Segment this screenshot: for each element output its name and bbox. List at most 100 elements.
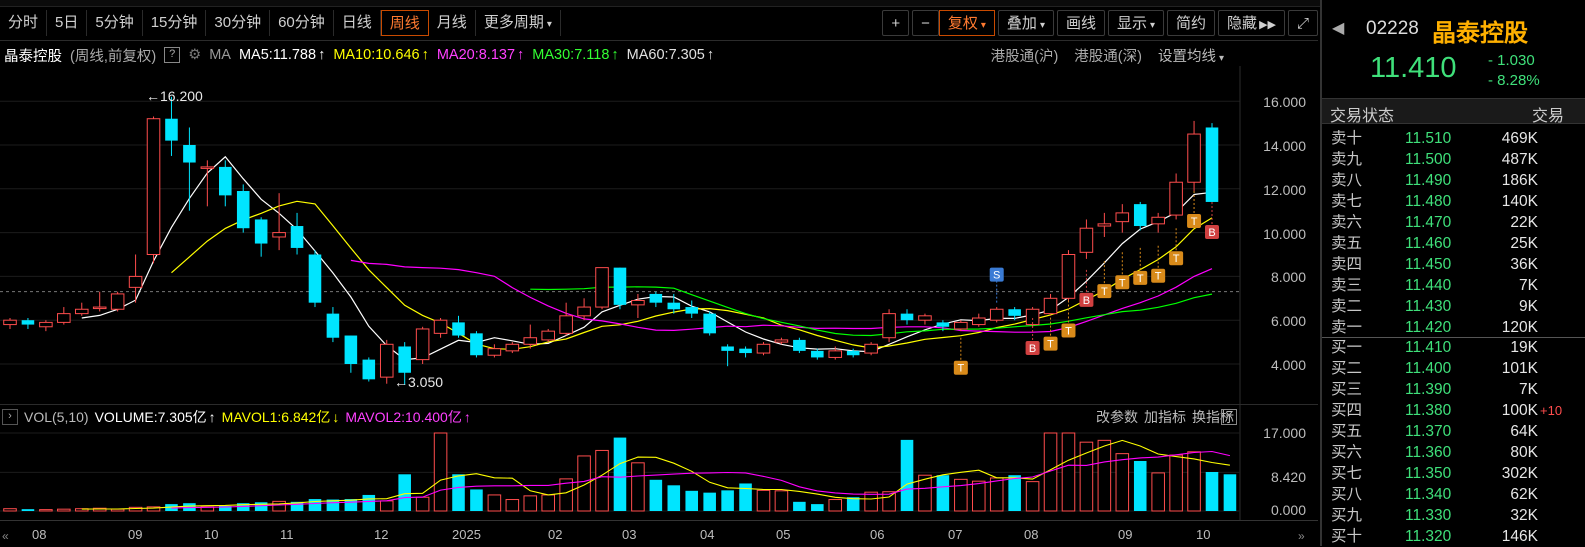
trade-signals: TSB TTBTT T TTTB <box>953 190 1219 375</box>
candle-body <box>92 306 107 310</box>
level-volume: 32K <box>1510 507 1538 524</box>
candle-body <box>74 308 89 315</box>
signal-label: T <box>1119 277 1126 289</box>
level-price: 11.320 <box>1405 528 1452 545</box>
level-volume: 64K <box>1510 423 1538 440</box>
level-price: 11.380 <box>1405 402 1452 419</box>
time-tick: 09 <box>1118 527 1133 542</box>
scroll-right-icon[interactable]: » <box>1298 529 1305 543</box>
candle-body <box>362 359 376 380</box>
volume-bar <box>721 490 734 511</box>
buys-row[interactable]: 买二 11.400 101K <box>1322 358 1585 379</box>
signal-label: T <box>1137 273 1144 285</box>
volume-bar <box>1061 432 1076 512</box>
candle-body <box>254 219 268 244</box>
candle-body <box>344 335 358 364</box>
volume-bar <box>39 509 53 512</box>
candle-body <box>846 350 860 356</box>
candle-body <box>128 275 143 288</box>
level-volume: 25K <box>1510 235 1538 252</box>
sells-row[interactable]: 卖五 11.460 25K <box>1322 233 1585 254</box>
candle-body <box>954 321 968 330</box>
volume-bar <box>487 494 502 512</box>
price-tick-6: 6.000 <box>1270 313 1306 329</box>
candle-body <box>918 315 932 321</box>
signal-label: T <box>1101 286 1108 298</box>
sells-row[interactable]: 卖二 11.430 9K <box>1322 296 1585 317</box>
volume-bar <box>649 479 663 511</box>
level-volume: 469K <box>1501 130 1538 147</box>
sells-row[interactable]: 卖九 11.500 487K <box>1322 149 1585 170</box>
candle-body <box>1133 204 1147 227</box>
level-label: 卖十 <box>1331 130 1363 147</box>
trade-col-label: 交易 <box>1532 108 1565 125</box>
panel-divider <box>0 404 1318 405</box>
time-tick: 2025 <box>452 527 481 542</box>
sells-row[interactable]: 卖六 11.470 22K <box>1322 212 1585 233</box>
buys-row[interactable]: 买九 11.330 32K <box>1322 505 1585 526</box>
sells-row[interactable]: 卖三 11.440 7K <box>1322 275 1585 296</box>
level-label: 买四 <box>1331 402 1363 419</box>
price-tick-14: 14.000 <box>1263 138 1306 154</box>
candle-body <box>936 322 950 327</box>
time-tick: 05 <box>776 527 791 542</box>
signal-label: T <box>1155 271 1162 283</box>
buys-row[interactable]: 买八 11.340 62K <box>1322 484 1585 505</box>
buys-row[interactable]: 买五 11.370 64K <box>1322 421 1585 442</box>
scroll-left-icon[interactable]: « <box>2 529 9 543</box>
buys-row[interactable]: 买七 11.350 302K <box>1322 463 1585 484</box>
buys-row[interactable]: 买三 11.390 7K <box>1322 379 1585 400</box>
candle-body <box>739 348 752 354</box>
sells-row[interactable]: 卖一 11.420 120K <box>1322 317 1585 338</box>
volume-bar <box>936 475 950 511</box>
volume-bar <box>1223 474 1237 511</box>
candle-body <box>864 343 878 354</box>
candle-body <box>541 330 555 341</box>
kline-chart[interactable]: TSB TTBTT T TTTB <box>0 0 1318 546</box>
sells-row[interactable]: 卖八 11.490 186K <box>1322 170 1585 191</box>
change-param-link[interactable]: 改参数 <box>1096 407 1138 427</box>
volume-value: VOLUME:7.305亿 ↑ <box>94 409 216 425</box>
candle-body <box>21 320 35 325</box>
sells-row[interactable]: 卖四 11.450 36K <box>1322 254 1585 275</box>
candle-body <box>685 307 699 314</box>
level-label: 买八 <box>1331 486 1363 503</box>
volume-legend-bar: › VOL(5,10) VOLUME:7.305亿 ↑ MAVOL1:6.842亿… <box>0 408 1240 426</box>
price-tick-4: 4.000 <box>1270 357 1306 373</box>
volume-bar <box>379 500 394 512</box>
level-price: 11.410 <box>1405 339 1452 356</box>
level-label: 买九 <box>1331 507 1363 524</box>
last-price: 11.410 <box>1370 52 1457 84</box>
level-volume: 80K <box>1510 444 1538 461</box>
add-indicator-link[interactable]: 加指标 <box>1144 407 1186 427</box>
level-label: 卖九 <box>1331 151 1363 168</box>
prev-stock-icon[interactable]: ◀ <box>1332 18 1344 38</box>
sells-row[interactable]: 卖十 11.510 469K <box>1322 128 1585 149</box>
level-label: 买二 <box>1331 360 1363 377</box>
candle-body <box>667 302 681 310</box>
candle-body <box>487 348 502 356</box>
candle-body <box>756 343 771 354</box>
buys-row[interactable]: 买六 11.360 80K <box>1322 442 1585 463</box>
buys-row[interactable]: 买十 11.320 146K <box>1322 526 1585 547</box>
buys-row[interactable]: 买四 11.380 100K +10 <box>1322 400 1585 421</box>
volume-bar <box>362 494 376 511</box>
candle-body <box>1079 227 1094 253</box>
close-indicator-button[interactable]: ✕ <box>1221 409 1237 425</box>
drag-handle-icon[interactable] <box>1322 214 1326 226</box>
volume-bar <box>613 437 627 511</box>
signal-label: T <box>1065 325 1072 337</box>
price-tick-12: 12.000 <box>1263 182 1306 198</box>
vol-indicator-label[interactable]: VOL(5,10) <box>24 409 89 425</box>
candle-body <box>452 322 465 336</box>
price-change: - 1.030 <box>1488 52 1535 69</box>
time-tick: 09 <box>128 527 143 542</box>
trade-status-header: 交易状态 交易 <box>1322 98 1585 125</box>
sells-row[interactable]: 卖七 11.480 140K <box>1322 191 1585 212</box>
buys-row[interactable]: 买一 11.410 19K <box>1322 337 1585 358</box>
volume-bar <box>954 478 968 512</box>
candle-body <box>183 145 196 163</box>
collapse-icon[interactable]: › <box>2 409 18 425</box>
time-tick: 04 <box>700 527 715 542</box>
candle-body <box>882 313 896 339</box>
